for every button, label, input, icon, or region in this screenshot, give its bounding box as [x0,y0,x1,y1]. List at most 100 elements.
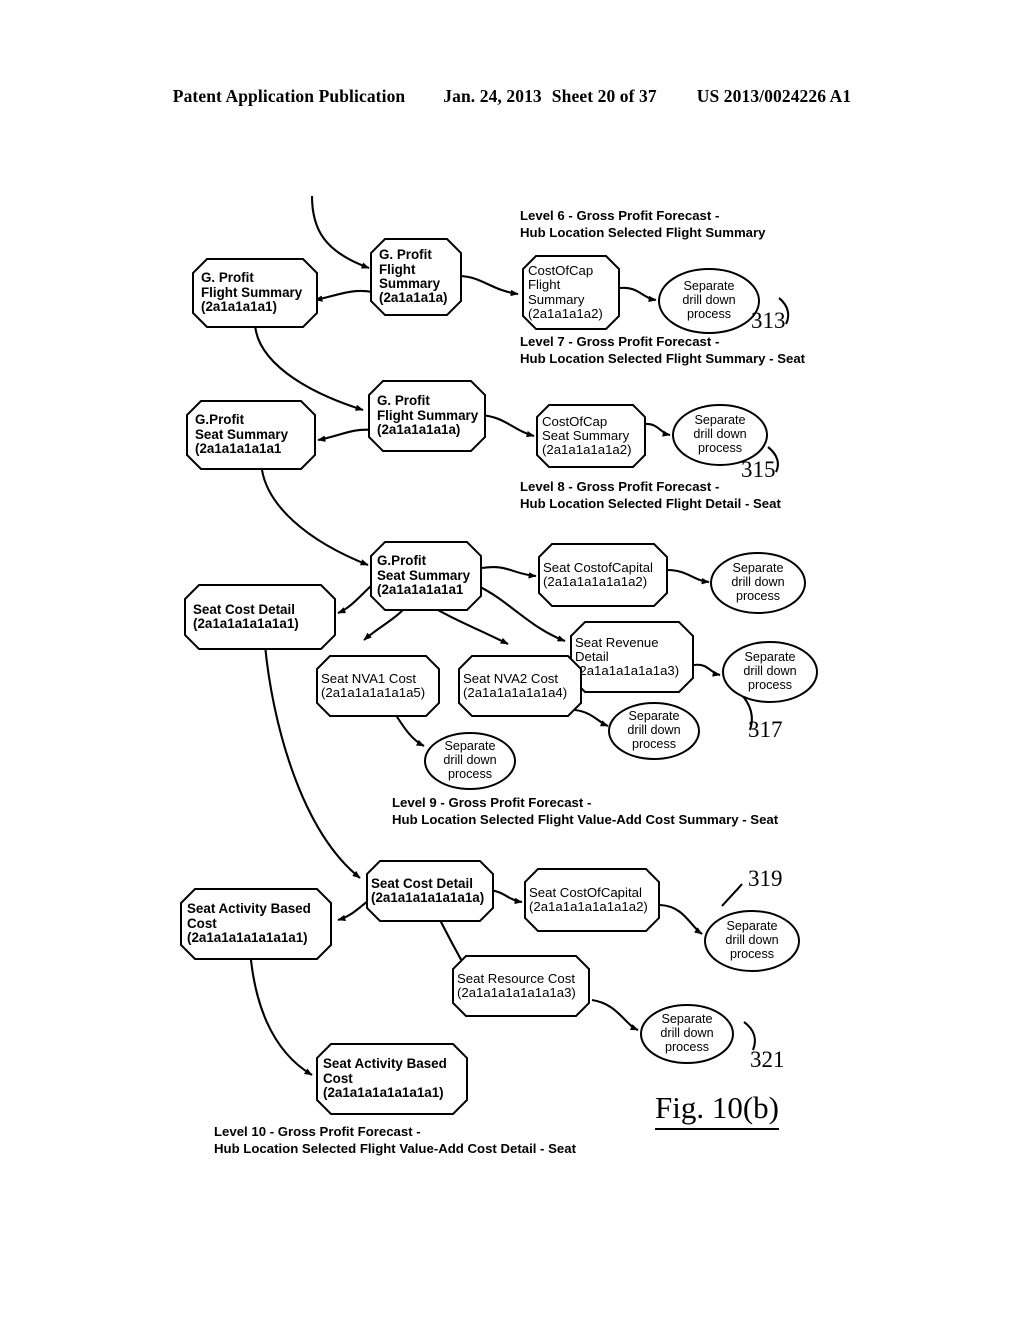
node-gp-flight-summary-center[interactable]: G. Profit Flight Summary (2a1a1a1a) [370,238,462,316]
node-label-line: Summary [379,276,441,291]
process-label-line: drill down [731,575,785,590]
node-seat-cost-detail-center[interactable]: Seat Cost Detail (2a1a1a1a1a1a1a) [366,860,494,922]
node-label-line: G. Profit [379,247,432,263]
refnum-319: 319 [748,866,783,891]
process-label-line: Separate [744,650,796,665]
node-label-line: G. Profit [201,270,254,286]
refnum-321: 321 [750,1047,785,1072]
node-label-line: Cost [323,1070,353,1086]
figure-label: Fig. 10(b) [655,1090,779,1130]
node-label-line: (2a1a1a1a1a1a1) [193,616,299,631]
node-label-line: Detail [575,648,609,664]
node-seat-cost-detail-left[interactable]: Seat Cost Detail (2a1a1a1a1a1a1) [184,584,336,650]
node-gp-seat-summary-left[interactable]: G.Profit Seat Summary (2a1a1a1a1a1 [186,400,316,470]
node-label-line: (2a1a1a1a1a1a1a1) [187,930,308,946]
node-seat-activity-based-cost-bottom[interactable]: Seat Activity Based Cost (2a1a1a1a1a1a1a… [316,1043,468,1115]
refnum-313: 313 [751,308,786,333]
refnum-317: 317 [748,717,783,742]
process-label-line: Separate [683,279,735,294]
caption-line: Level 10 - Gross Profit Forecast - [214,1124,421,1139]
node-label-line: Cost [187,915,217,931]
node-label-line: CostOfCap [528,263,594,278]
node-label-line: (2a1a1a1a1a1a1a3) [457,985,576,1000]
node-separate-drill-down-process[interactable]: Separate drill down process [424,732,516,790]
node-label-line: Seat Activity Based [323,1056,447,1072]
caption-line: Hub Location Selected Flight Summary - S… [520,350,806,366]
caption-line: Hub Location Selected Flight Value-Add C… [214,1140,576,1156]
node-label-line: (2a1a1a1a1a2) [542,442,632,458]
caption-level-8: Level 8 - Gross Profit Forecast - Hub Lo… [520,479,781,513]
process-label-line: Separate [661,1012,713,1027]
process-label-line: process [697,440,743,455]
node-seat-nva1-cost[interactable]: Seat NVA1 Cost (2a1a1a1a1a1a5) [316,655,440,717]
node-separate-drill-down-process[interactable]: Separate drill down process [722,641,818,703]
patent-figure-diagram: G. Profit Flight Summary (2a1a1a1a1) G. … [0,0,1024,1320]
caption-line: Hub Location Selected Flight Summary [520,224,766,240]
process-label-line: process [747,677,793,692]
caption-line: Level 8 - Gross Profit Forecast - [520,479,720,494]
node-label-line: (2a1a1a1a1a1 [377,582,464,598]
node-gp-seat-summary-center[interactable]: G.Profit Seat Summary (2a1a1a1a1a1 [370,541,482,611]
node-label-line: (2a1a1a1a1a1a1a1) [323,1085,444,1101]
node-separate-drill-down-process[interactable]: Separate drill down process [704,910,800,972]
process-label-line: drill down [682,293,736,308]
caption-level-9: Level 9 - Gross Profit Forecast - Hub Lo… [392,795,778,829]
caption-line: Hub Location Selected Flight Value-Add C… [392,811,779,827]
node-label-line: Seat NVA2 Cost [463,670,559,686]
node-seat-resource-cost[interactable]: Seat Resource Cost (2a1a1a1a1a1a1a3) [452,955,590,1017]
process-label-line: drill down [443,753,497,768]
node-seat-costofcapital-bottom[interactable]: Seat CostOfCapital (2a1a1a1a1a1a1a2) [524,868,660,932]
node-separate-drill-down-process[interactable]: Separate drill down process [608,702,700,760]
node-label-line: Seat Cost Detail [371,875,473,891]
process-label-line: process [729,946,775,961]
node-label-line: Seat Cost Detail [193,601,295,617]
node-separate-drill-down-process[interactable]: Separate drill down process [658,268,760,334]
process-label-line: process [631,736,677,751]
node-label-line: (2a1a1a1a1a) [377,422,461,438]
process-label-line: Separate [628,709,680,724]
node-label-line: Seat Resource Cost [457,970,576,986]
node-label-line: (2a1a1a1a1) [201,299,277,315]
process-label-line: Separate [694,413,746,428]
node-costofcap-flight-summary[interactable]: CostOfCap Flight Summary (2a1a1a1a2) [522,255,620,330]
caption-line: Level 7 - Gross Profit Forecast - [520,334,720,349]
node-separate-drill-down-process[interactable]: Separate drill down process [710,552,806,614]
node-label-line: Flight [528,277,561,293]
node-seat-activity-based-cost-left[interactable]: Seat Activity Based Cost (2a1a1a1a1a1a1a… [180,888,332,960]
node-label-line: G.Profit [377,553,427,569]
node-gp-flight-summary-center-2[interactable]: G. Profit Flight Summary (2a1a1a1a1a) [368,380,486,452]
node-label-line: Flight Summary [201,284,303,300]
node-gp-flight-summary-left[interactable]: G. Profit Flight Summary (2a1a1a1a1) [192,258,318,328]
node-label-line: (2a1a1a1a1a1a2) [543,574,648,589]
node-costofcap-seat-summary[interactable]: CostOfCap Seat Summary (2a1a1a1a1a2) [536,404,646,468]
node-label-line: G.Profit [195,412,245,428]
node-label-line: Seat CostOfCapital [529,884,642,900]
node-label-line: Seat CostofCapital [543,559,653,575]
process-label-line: drill down [693,427,747,442]
caption-level-7: Level 7 - Gross Profit Forecast - Hub Lo… [520,334,805,368]
process-label-line: process [686,306,732,321]
node-label-line: Seat Summary [195,426,289,442]
node-label-line: Seat Activity Based [187,901,311,917]
node-label-line: (2a1a1a1a) [379,290,448,306]
node-label-line: CostOfCap [542,413,608,429]
node-seat-nva2-cost[interactable]: Seat NVA2 Cost (2a1a1a1a1a1a4) [458,655,582,717]
node-label-line: (2a1a1a1a1a1a4) [463,685,568,700]
process-label-line: process [664,1039,710,1054]
process-label-line: Separate [444,739,496,754]
process-label-line: drill down [743,664,797,679]
node-label-line: (2a1a1a1a1a1 [195,441,282,457]
node-separate-drill-down-process[interactable]: Separate drill down process [640,1004,734,1064]
node-label-line: (2a1a1a1a1a1a1a2) [529,899,648,914]
node-label-line: (2a1a1a1a1a1a1a) [371,890,485,905]
process-label-line: Separate [732,561,784,576]
node-label-line: Flight [379,261,416,277]
process-label-line: drill down [725,933,779,948]
node-label-line: G. Profit [377,393,430,409]
node-label-line: Seat NVA1 Cost [321,670,417,686]
node-seat-revenue-detail[interactable]: Seat Revenue Detail (2a1a1a1a1a1a3) [570,621,694,693]
caption-line: Level 9 - Gross Profit Forecast - [392,795,592,810]
process-label-line: drill down [627,723,681,738]
caption-level-10: Level 10 - Gross Profit Forecast - Hub L… [214,1124,576,1158]
node-seat-costofcapital-mid[interactable]: Seat CostofCapital (2a1a1a1a1a1a2) [538,543,668,607]
